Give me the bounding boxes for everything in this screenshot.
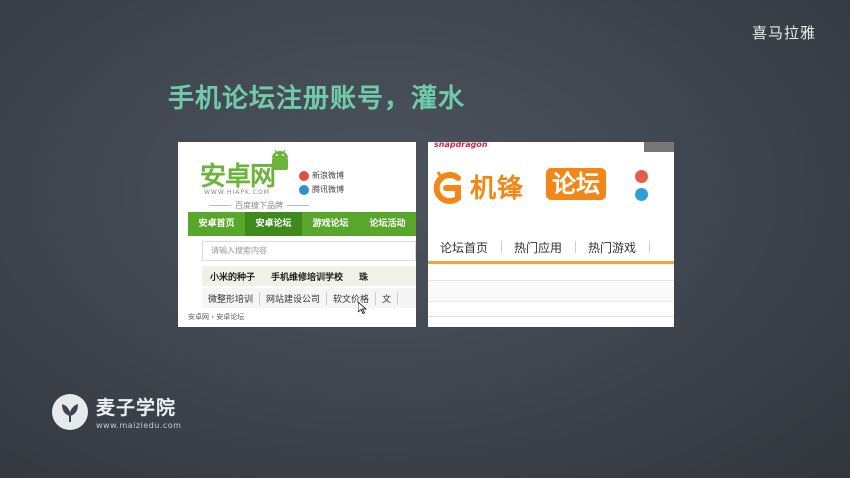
tencent-weibo-icon[interactable] — [635, 188, 648, 201]
weibo-icon — [299, 170, 309, 181]
anzhuo-logo-text: 安卓网 — [200, 162, 276, 192]
top-banner-image — [644, 142, 674, 152]
anzhuo-nav: 安卓首页 安卓论坛 游戏论坛 论坛活动 — [188, 212, 416, 236]
nav-forum-home[interactable]: 论坛首页 — [428, 239, 503, 256]
anzhuo-search-input[interactable]: 请输入搜索内容 — [202, 241, 416, 261]
snapdragon-banner-text: snapdragon — [434, 142, 488, 149]
anzhuo-slogan: 百度搜下品牌 — [204, 200, 314, 211]
brand-name: 麦子学院 — [96, 397, 177, 419]
ad-link[interactable]: 网站建设公司 — [260, 291, 328, 305]
tencent-weibo-link[interactable]: 腾讯微博 — [299, 184, 344, 195]
nav-forum-events[interactable]: 论坛活动 — [359, 212, 416, 236]
hot-tag[interactable]: 小米的种子 — [202, 270, 263, 283]
android-robot-icon — [272, 150, 288, 170]
gfan-logo-text: 机锋 — [470, 174, 525, 204]
slide-title: 手机论坛注册账号，灌水 — [168, 84, 466, 114]
sina-weibo-link[interactable]: 新浪微博 — [299, 170, 344, 181]
brand-url: www.maiziedu.com — [96, 421, 182, 430]
maizi-brand-logo: 麦子学院 www.maiziedu.com — [52, 393, 181, 430]
nav-hot-games[interactable]: 热门游戏 — [576, 239, 651, 256]
tencent-weibo-icon — [299, 184, 309, 195]
gfan-logo-icon — [433, 171, 461, 204]
anzhuo-logo-url: WWW.HIAPK.COM — [204, 189, 270, 196]
gfan-nav: 论坛首页 热门应用 热门游戏 — [428, 234, 674, 264]
mouse-cursor-icon — [358, 302, 367, 314]
weibo-icon[interactable] — [635, 170, 648, 183]
nav-hot-apps[interactable]: 热门应用 — [502, 239, 577, 256]
gfan-subbar — [428, 280, 674, 302]
nav-anzhuo-home[interactable]: 安卓首页 — [188, 212, 245, 236]
breadcrumb: 安卓网 › 安卓论坛 — [188, 313, 245, 321]
divider — [428, 316, 674, 317]
nav-anzhuo-forum[interactable]: 安卓论坛 — [245, 212, 302, 236]
screenshot-gfan-forum: snapdragon 机锋 论坛 论坛首页 热门应用 热门游戏 — [428, 142, 674, 327]
ad-link[interactable]: 文 — [376, 291, 399, 305]
watermark-ximalaya: 喜马拉雅 — [751, 24, 816, 42]
ad-link[interactable]: 微整形培训 — [202, 291, 261, 305]
hot-tag[interactable]: 珠 — [351, 270, 376, 283]
anzhuo-ad-links: 微整形培训 网站建设公司 软文价格 文 — [202, 288, 416, 308]
hot-tag[interactable]: 手机维修培训学校 — [263, 270, 351, 283]
nav-game-forum[interactable]: 游戏论坛 — [302, 212, 359, 236]
gfan-logo-badge: 论坛 — [546, 168, 606, 200]
anzhuo-hot-tags: 小米的种子 手机维修培训学校 珠 — [202, 266, 416, 286]
screenshot-anzhuo-forum: 安卓网 WWW.HIAPK.COM 百度搜下品牌 新浪微博 腾讯微博 安卓首页 … — [178, 142, 416, 327]
ad-link[interactable]: 软文价格 — [327, 291, 377, 305]
anzhuo-header: 安卓网 WWW.HIAPK.COM 百度搜下品牌 新浪微博 腾讯微博 — [178, 142, 416, 212]
maizi-logo-icon — [52, 393, 88, 430]
wheat-icon — [62, 403, 78, 422]
